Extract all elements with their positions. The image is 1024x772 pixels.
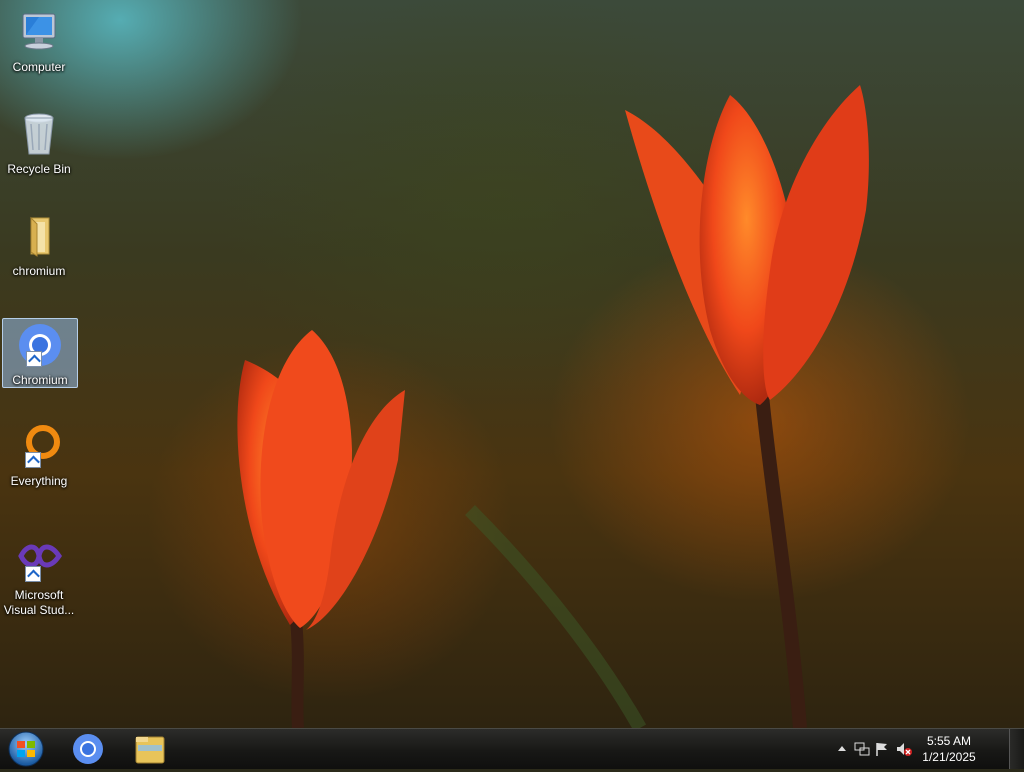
tulip-wallpaper bbox=[237, 85, 869, 728]
start-button[interactable] bbox=[4, 731, 48, 767]
desktop-icon-label: Chromium bbox=[12, 373, 68, 387]
volume-muted-icon[interactable] bbox=[896, 741, 912, 757]
desktop-icon-label: Recycle Bin bbox=[7, 162, 71, 176]
desktop-icon-label: Everything bbox=[10, 474, 68, 488]
system-tray: 5:55 AM 1/21/2025 bbox=[828, 729, 1008, 769]
desktop[interactable]: Computer Recycle Bin chromium Chromium E… bbox=[0, 0, 1024, 728]
folder-icon bbox=[15, 212, 63, 260]
shortcut-arrow-icon bbox=[25, 566, 41, 582]
everything-icon bbox=[15, 422, 63, 470]
desktop-icon-recycle-bin[interactable]: Recycle Bin bbox=[2, 110, 76, 180]
clock-time: 5:55 AM bbox=[926, 734, 972, 748]
desktop-icon-label: Microsoft Visual Stud... bbox=[3, 588, 75, 617]
computer-icon bbox=[15, 8, 63, 56]
desktop-icon-chromium-folder[interactable]: chromium bbox=[2, 212, 76, 282]
show-hidden-icons-arrow-icon[interactable] bbox=[834, 741, 850, 757]
desktop-icon-chromium[interactable]: Chromium bbox=[2, 318, 78, 388]
shortcut-arrow-icon bbox=[26, 351, 42, 367]
network-icon[interactable] bbox=[854, 741, 870, 757]
desktop-icon-visual-studio[interactable]: Microsoft Visual Stud... bbox=[2, 536, 76, 617]
desktop-icon-label: Computer bbox=[12, 60, 66, 74]
chromium-icon bbox=[73, 734, 103, 764]
windows-start-orb-icon bbox=[8, 731, 44, 767]
desktop-icon-computer[interactable]: Computer bbox=[2, 8, 76, 78]
visual-studio-icon bbox=[15, 536, 63, 584]
taskbar-file-explorer-button[interactable] bbox=[126, 731, 174, 767]
chromium-icon bbox=[16, 321, 64, 369]
recycle-bin-icon bbox=[15, 110, 63, 158]
action-center-flag-icon[interactable] bbox=[874, 741, 890, 757]
show-desktop-button[interactable] bbox=[1009, 729, 1024, 769]
clock[interactable]: 5:55 AM 1/21/2025 bbox=[914, 733, 984, 765]
desktop-icon-everything[interactable]: Everything bbox=[2, 422, 76, 492]
taskbar: 5:55 AM 1/21/2025 bbox=[0, 728, 1024, 769]
file-explorer-icon bbox=[135, 736, 165, 764]
desktop-icon-label: chromium bbox=[12, 264, 66, 278]
taskbar-chromium-button[interactable] bbox=[64, 731, 112, 767]
clock-date: 1/21/2025 bbox=[922, 750, 976, 764]
shortcut-arrow-icon bbox=[25, 452, 41, 468]
